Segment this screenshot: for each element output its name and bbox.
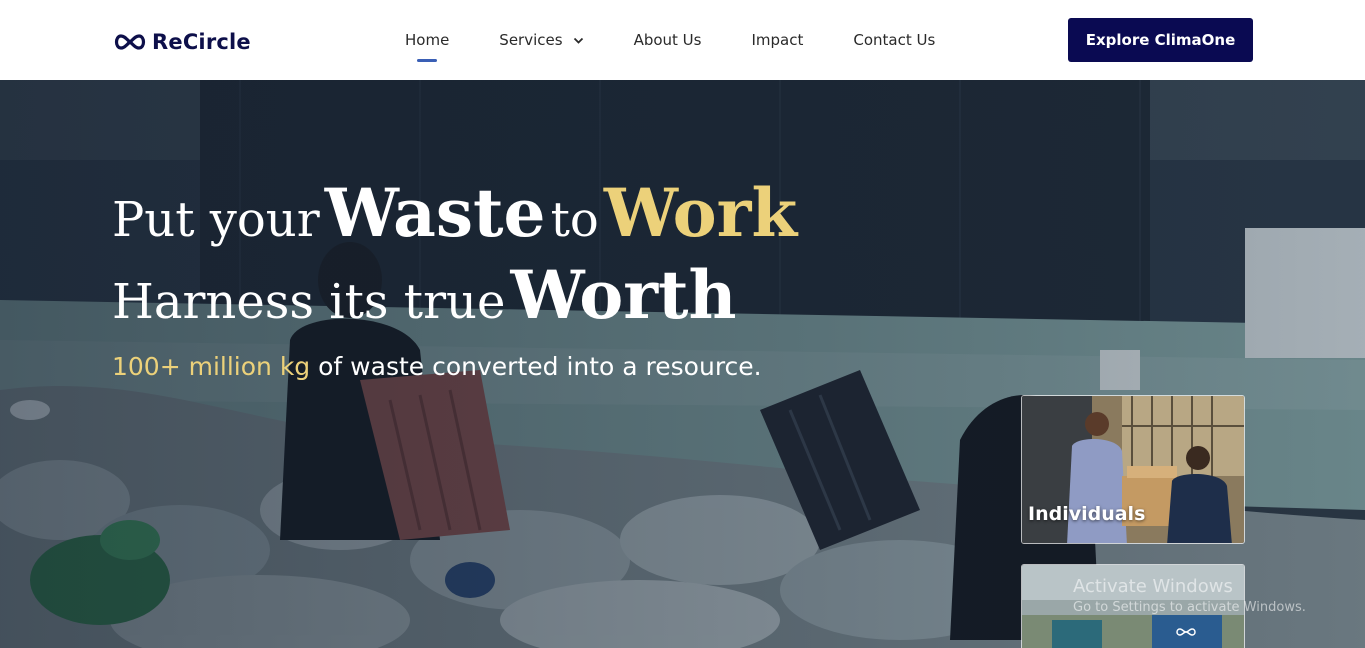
brand-name: ReCircle (152, 30, 251, 54)
nav-item-impact[interactable]: Impact (751, 28, 803, 52)
stat-highlight: 100+ million kg (112, 352, 311, 381)
hero-section: Put your Waste to Work Harness its true … (0, 80, 1365, 648)
stat-description: of waste converted into a resource. (318, 352, 762, 381)
explore-climaone-button[interactable]: Explore ClimaOne (1068, 18, 1253, 62)
headline-line-1: Put your Waste to Work (112, 180, 797, 246)
main-nav: Home Services About Us Impact Contact Us (405, 28, 985, 62)
nav-label: Contact Us (853, 31, 936, 49)
nav-label: About Us (633, 31, 702, 49)
headline-emphasis: Waste (324, 174, 546, 252)
site-header: ReCircle Home Services About Us Impact C… (0, 0, 1365, 80)
watermark-title: Activate Windows (1073, 576, 1233, 597)
hero-subline: 100+ million kg of waste converted into … (112, 352, 762, 381)
nav-label: Impact (751, 31, 804, 49)
nav-item-services[interactable]: Services (499, 28, 583, 52)
headline-text: Put your (112, 192, 320, 248)
card-label: Individuals (1028, 503, 1146, 525)
headline-text: to (550, 192, 599, 248)
headline-text: Harness its true (112, 274, 506, 330)
headline-line-2: Harness its true Worth (112, 262, 736, 328)
nav-item-home[interactable]: Home (405, 28, 450, 62)
infinity-loop-icon (114, 34, 146, 50)
brand-logo[interactable]: ReCircle (112, 28, 251, 56)
headline-emphasis-gold: Work (603, 174, 798, 252)
nav-label: Services (499, 31, 563, 49)
nav-item-about-us[interactable]: About Us (634, 28, 702, 52)
individuals-card[interactable]: Individuals (1021, 395, 1245, 544)
headline-emphasis: Worth (510, 256, 737, 334)
nav-item-contact-us[interactable]: Contact Us (853, 28, 935, 52)
activate-windows-watermark: Activate Windows Go to Settings to activ… (1073, 576, 1306, 615)
chevron-down-icon (573, 31, 584, 49)
watermark-subtitle: Go to Settings to activate Windows. (1073, 600, 1306, 615)
nav-label: Home (405, 31, 450, 49)
